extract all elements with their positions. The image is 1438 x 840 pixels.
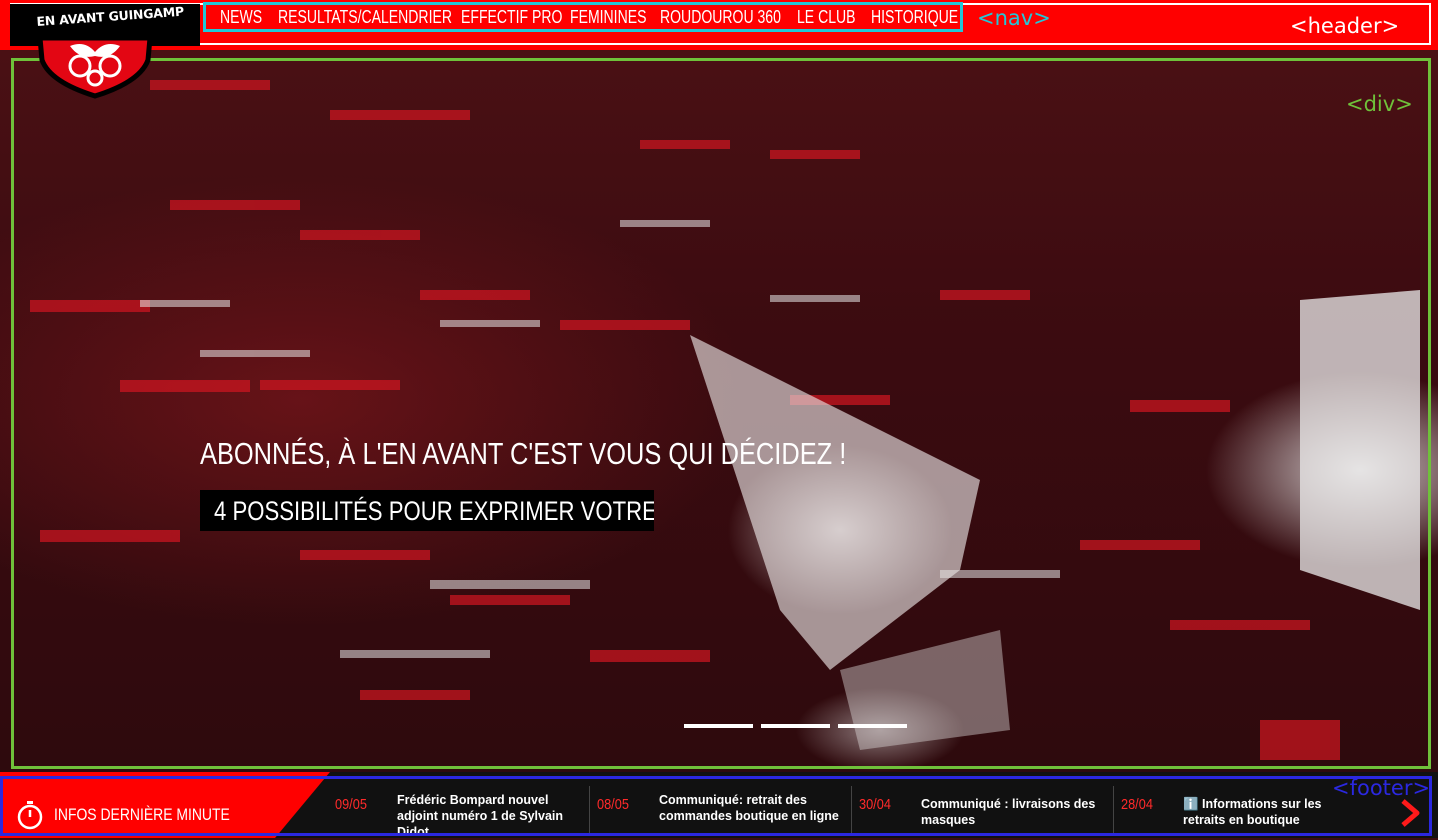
hero-banner[interactable] xyxy=(0,50,1438,772)
nav-item-feminines[interactable]: FEMININES xyxy=(570,7,646,28)
hero-subtitle: 4 POSSIBILITÉS POUR EXPRIMER VOTRE CHOIX xyxy=(214,496,654,526)
news-date: 28/04 xyxy=(1121,796,1153,813)
nav-item-effectif-pro[interactable]: EFFECTIF PRO xyxy=(461,7,562,28)
crowd-background-image xyxy=(30,80,1420,760)
stopwatch-icon xyxy=(17,801,43,830)
news-separator xyxy=(1113,786,1114,834)
footer-annotation-tag: <footer> xyxy=(1332,776,1431,800)
news-text: Communiqué: retrait des commandes boutiq… xyxy=(659,793,839,823)
nav-item-historique[interactable]: HISTORIQUE xyxy=(871,7,958,28)
news-text: ℹ️ Informations sur les retraits en bout… xyxy=(1183,797,1322,827)
header-annotation-tag: <header> xyxy=(1290,14,1400,38)
news-date: 09/05 xyxy=(335,796,367,813)
news-date: 30/04 xyxy=(859,796,891,813)
club-crest-icon[interactable] xyxy=(30,0,160,100)
news-text: Frédéric Bompard nouvel adjoint numéro 1… xyxy=(397,793,564,839)
nav-item-resultats-calendrier[interactable]: RESULTATS/CALENDRIER xyxy=(278,7,452,28)
news-date: 08/05 xyxy=(597,796,629,813)
nav-annotation-tag: <nav> xyxy=(977,6,1051,30)
hero-title[interactable]: ABONNÉS, À L'EN AVANT C'EST VOUS QUI DÉC… xyxy=(200,436,846,472)
main-nav: NEWS RESULTATS/CALENDRIER EFFECTIF PRO F… xyxy=(203,2,963,32)
news-separator xyxy=(851,786,852,834)
news-text: Communiqué : livraisons des masques xyxy=(921,797,1096,827)
slider-dot-1[interactable] xyxy=(684,724,753,728)
infos-label: INFOS DERNIÈRE MINUTE xyxy=(54,805,230,824)
nav-item-news[interactable]: NEWS xyxy=(220,7,262,28)
chevron-right-icon[interactable] xyxy=(1398,798,1422,828)
news-separator xyxy=(589,786,590,834)
slider-dots xyxy=(684,724,907,728)
slider-dot-2[interactable] xyxy=(761,724,830,728)
slider-dot-3[interactable] xyxy=(838,724,907,728)
nav-item-roudourou-360[interactable]: ROUDOUROU 360 xyxy=(660,7,781,28)
hero-subtitle-box[interactable]: 4 POSSIBILITÉS POUR EXPRIMER VOTRE CHOIX xyxy=(200,490,654,531)
hero-annotation-tag: <div> xyxy=(1346,92,1413,116)
infos-derniere-minute: INFOS DERNIÈRE MINUTE xyxy=(16,800,268,830)
nav-item-le-club[interactable]: LE CLUB xyxy=(797,7,856,28)
